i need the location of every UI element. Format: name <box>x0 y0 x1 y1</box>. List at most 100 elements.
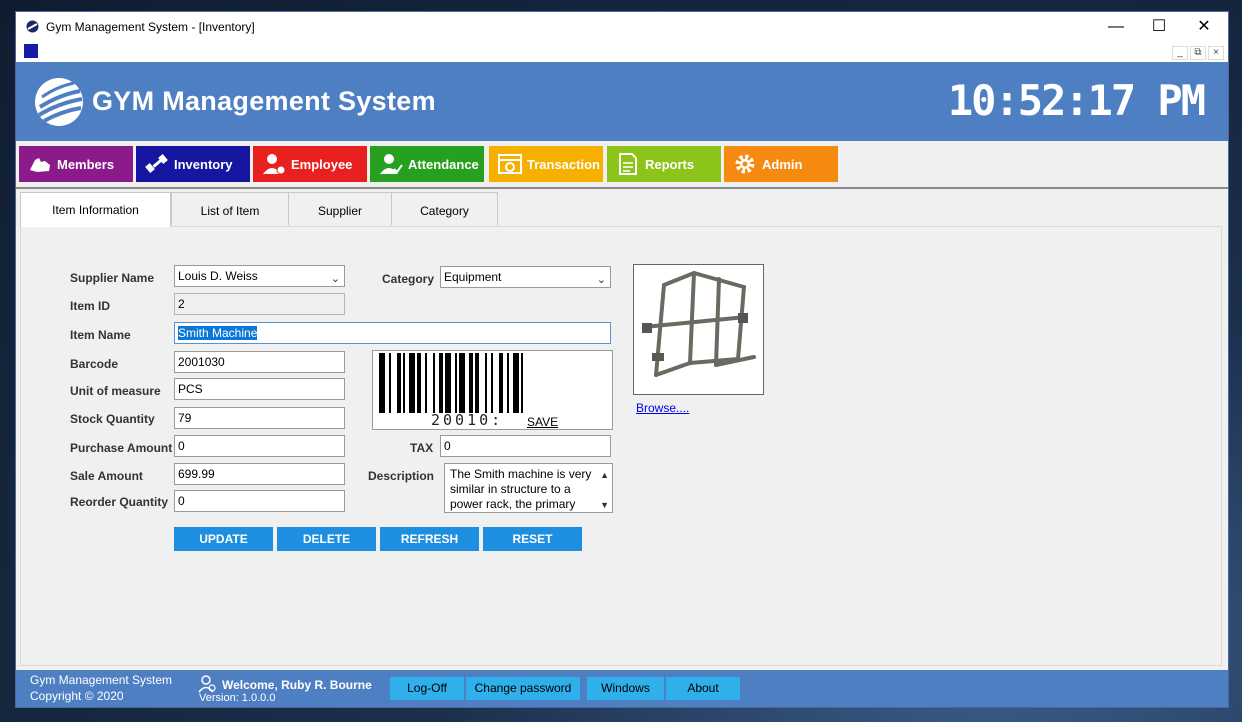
barcode-bar <box>455 353 457 413</box>
title-bar: Gym Management System - [Inventory] — ☐ … <box>16 12 1228 42</box>
barcode-input[interactable]: 2001030 <box>174 351 345 373</box>
minimize-button[interactable]: — <box>1096 16 1136 38</box>
nav-transaction-label: Transaction <box>527 156 600 172</box>
tab-category[interactable]: Category <box>391 192 498 225</box>
nav-inventory-button[interactable]: Inventory <box>136 146 250 182</box>
barcode-bars <box>379 353 523 413</box>
refresh-button[interactable]: REFRESH <box>380 527 479 551</box>
barcode-bar <box>439 353 443 413</box>
mdi-restore-icon: ⧉ <box>1194 47 1202 58</box>
nav-inventory-label: Inventory <box>174 156 233 172</box>
nav-employee-button[interactable]: Employee <box>253 146 367 182</box>
chevron-down-icon: ⌄ <box>330 273 340 285</box>
mdi-restore-button[interactable]: ⧉ <box>1190 46 1206 60</box>
scroll-up-icon[interactable]: ▲ <box>600 468 609 483</box>
reorder-quantity-input[interactable]: 0 <box>174 490 345 512</box>
barcode-bar <box>469 353 473 413</box>
smith-machine-image <box>642 271 756 377</box>
nav-attendance-button[interactable]: Attendance <box>370 146 484 182</box>
barcode-bar <box>409 353 415 413</box>
nav-members-button[interactable]: Members <box>19 146 133 182</box>
minimize-icon: — <box>1108 18 1124 35</box>
nav-reports-label: Reports <box>645 156 695 172</box>
clock: 10:52:17 PM <box>947 76 1206 125</box>
save-barcode-link[interactable]: SAVE BARCODE <box>526 415 612 429</box>
barcode-bar <box>379 353 385 413</box>
supplier-name-select[interactable]: Louis D. Weiss ⌄ <box>174 265 345 287</box>
reset-button[interactable]: RESET <box>483 527 582 551</box>
mdi-close-button[interactable]: × <box>1208 46 1224 60</box>
barcode-bar <box>485 353 487 413</box>
stock-quantity-input[interactable]: 79 <box>174 407 345 429</box>
sale-amount-label: Sale Amount <box>70 469 143 483</box>
app-icon <box>26 20 39 33</box>
supplier-name-value: Louis D. Weiss <box>178 269 258 283</box>
description-textarea[interactable]: The Smith machine is very similar in str… <box>444 463 613 513</box>
nav-reports-button[interactable]: Reports <box>607 146 721 182</box>
barcode-image: 20010: SAVE BARCODE <box>372 350 613 430</box>
supplier-name-label: Supplier Name <box>70 271 155 285</box>
maximize-button[interactable]: ☐ <box>1139 16 1179 38</box>
scroll-down-icon[interactable]: ▼ <box>600 498 609 512</box>
nav-transaction-button[interactable]: Transaction <box>489 146 603 182</box>
mdi-child-icon[interactable] <box>24 44 38 58</box>
barcode-digits: 20010: <box>431 411 504 429</box>
item-photo <box>633 264 764 395</box>
barcode-bar <box>389 353 391 413</box>
purchase-amount-input[interactable]: 0 <box>174 435 345 457</box>
app-header: GYM Management System 10:52:17 PM <box>16 62 1228 141</box>
log-off-button[interactable]: Log-Off <box>390 677 464 700</box>
attendance-icon <box>380 154 403 174</box>
tab-supplier[interactable]: Supplier <box>288 192 392 225</box>
tab-list-of-item[interactable]: List of Item <box>171 192 289 225</box>
sale-amount-input[interactable]: 699.99 <box>174 463 345 485</box>
item-name-input[interactable]: Smith Machine <box>174 322 611 344</box>
item-id-field: 2 <box>174 293 345 315</box>
gear-icon <box>735 154 755 174</box>
about-button[interactable]: About <box>666 677 740 700</box>
windows-button[interactable]: Windows <box>587 677 664 700</box>
item-name-label: Item Name <box>70 328 131 342</box>
barcode-bar <box>403 353 405 413</box>
transaction-icon <box>498 154 522 174</box>
browse-link[interactable]: Browse.... <box>636 401 689 415</box>
content-area: Item Information List of Item Supplier C… <box>16 187 1228 671</box>
change-password-button[interactable]: Change password <box>466 677 580 700</box>
tax-input[interactable]: 0 <box>440 435 611 457</box>
nav-admin-button[interactable]: Admin <box>724 146 838 182</box>
user-icon <box>198 675 216 693</box>
app-window: Gym Management System - [Inventory] — ☐ … <box>16 12 1228 707</box>
status-copyright: Copyright © 2020 <box>30 689 124 703</box>
globe-logo-icon <box>35 78 83 126</box>
category-select[interactable]: Equipment ⌄ <box>440 266 611 288</box>
barcode-bar <box>513 353 519 413</box>
barcode-label: Barcode <box>70 357 119 371</box>
category-value: Equipment <box>444 270 502 284</box>
item-id-label: Item ID <box>70 299 111 313</box>
barcode-bar <box>491 353 493 413</box>
mdi-close-icon: × <box>1213 47 1219 58</box>
barcode-bar <box>417 353 421 413</box>
category-label: Category <box>382 272 435 286</box>
maximize-icon: ☐ <box>1151 18 1167 35</box>
unit-of-measure-input[interactable]: PCS <box>174 378 345 400</box>
description-label: Description <box>368 469 435 483</box>
mdi-minimize-button[interactable]: _ <box>1172 46 1188 60</box>
barcode-bar <box>445 353 451 413</box>
tax-label: TAX <box>410 441 434 455</box>
nav-employee-label: Employee <box>291 156 353 172</box>
close-button[interactable]: ✕ <box>1184 16 1224 38</box>
nav-admin-label: Admin <box>762 156 803 172</box>
item-information-panel: Supplier Name Item ID Item Name Barcode … <box>20 226 1222 666</box>
chevron-down-icon: ⌄ <box>596 274 606 286</box>
nav-attendance-label: Attendance <box>408 156 479 172</box>
update-button[interactable]: UPDATE <box>174 527 273 551</box>
delete-button[interactable]: DELETE <box>277 527 376 551</box>
description-value: The Smith machine is very similar in str… <box>450 467 592 511</box>
barcode-bar <box>397 353 401 413</box>
mdi-minimize-icon: _ <box>1177 47 1183 58</box>
tab-item-information[interactable]: Item Information <box>20 192 171 227</box>
purchase-amount-label: Purchase Amount <box>70 441 173 455</box>
barcode-bar <box>507 353 509 413</box>
nav-members-label: Members <box>57 156 115 172</box>
